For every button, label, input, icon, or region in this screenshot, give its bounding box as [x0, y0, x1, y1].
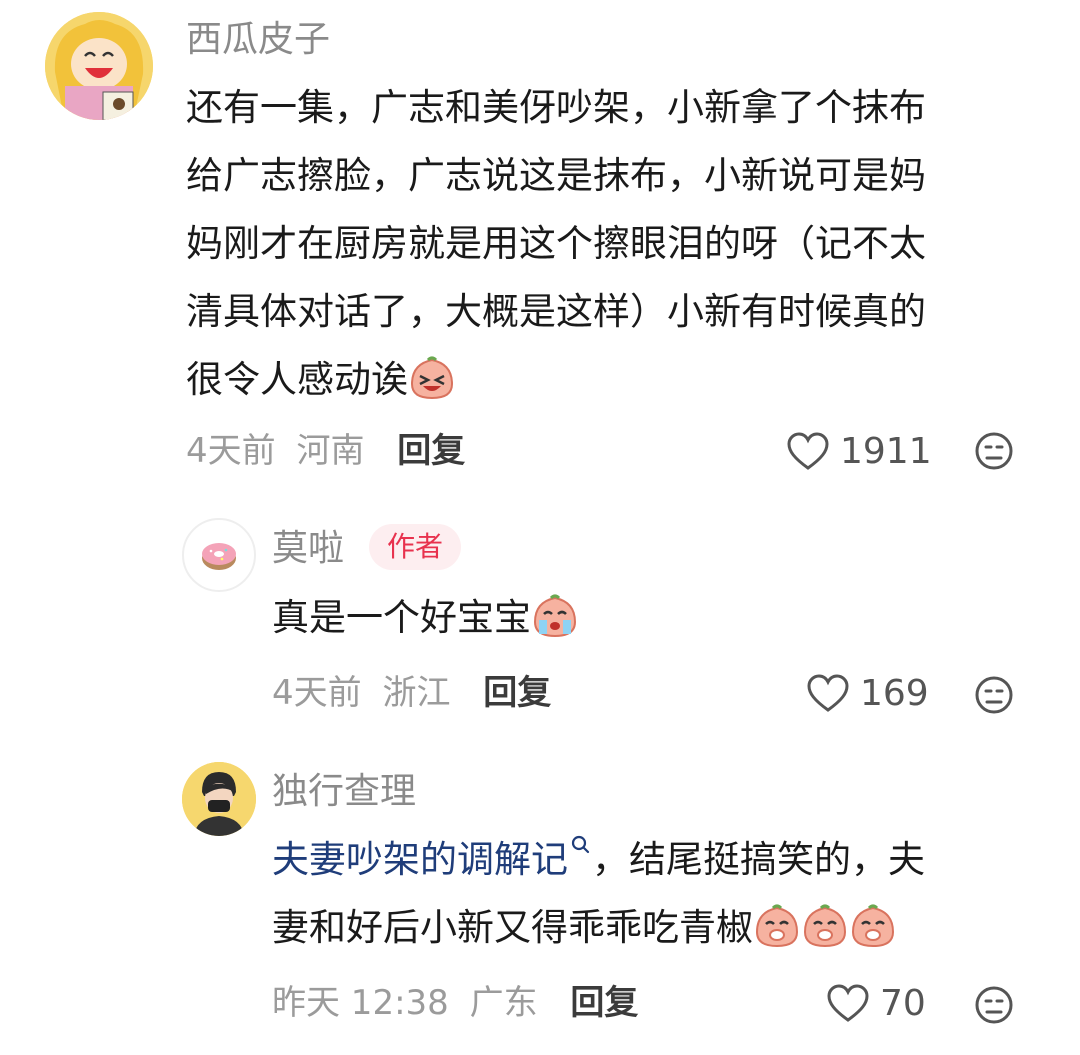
laughing-peach-sticker-icon [408, 354, 456, 422]
avatar[interactable] [182, 518, 256, 592]
person-avatar-illustration [182, 762, 256, 836]
comment-2: 莫啦 作者 真是一个好宝宝 4天前 浙江 回复 169 [0, 500, 1080, 740]
comment-meta: 昨天 12:38 广东 回复 [272, 986, 638, 1020]
like-button[interactable]: 169 [806, 674, 929, 714]
like-count: 1911 [840, 431, 932, 472]
giggling-peach-sticker-icon [849, 902, 897, 970]
author-badge: 作者 [369, 524, 462, 570]
username[interactable]: 西瓜皮子 [186, 22, 330, 58]
comment-text: 还有一集，广志和美伢吵架，小新拿了个抹布 给广志擦脸，广志说这是抹布，小新说可是… [186, 74, 1056, 422]
comment-line-text: 妻和好后小新又得乖乖吃青椒 [272, 906, 753, 949]
comment-line-text: 很令人感动诶 [186, 358, 408, 401]
reply-button[interactable]: 回复 [483, 673, 551, 713]
comment-line: 妻和好后小新又得乖乖吃青椒 [272, 894, 1062, 970]
avatar-illustration [45, 12, 153, 120]
username[interactable]: 独行查理 [272, 774, 416, 810]
dislike-button[interactable] [974, 675, 1014, 719]
comment-1: 西瓜皮子 还有一集，广志和美伢吵架，小新拿了个抹布 给广志擦脸，广志说这是抹布，… [0, 0, 1080, 500]
comment-line: 给广志擦脸，广志说这是抹布，小新说可是妈 [186, 154, 926, 197]
comment-location: 浙江 [382, 673, 451, 713]
comment-text: 夫妻吵架的调解记 ，结尾挺搞笑的，夫 妻和好后小新又得乖乖吃青椒 [272, 826, 1062, 970]
dislike-button[interactable] [974, 985, 1014, 1029]
comment-location: 河南 [296, 431, 365, 471]
like-count: 169 [860, 673, 929, 714]
comment-line-text: ，结尾挺搞笑的，夫 [592, 838, 925, 881]
comment-3: 独行查理 夫妻吵架的调解记 ，结尾挺搞笑的，夫 妻和好后小新又得乖乖吃青椒 昨天… [0, 740, 1080, 1055]
comment-meta: 4天前 河南 回复 [186, 434, 465, 468]
comment-time: 4天前 [186, 431, 276, 471]
like-count: 70 [880, 983, 926, 1024]
comment-line: 妈刚才在厨房就是用这个擦眼泪的呀（记不太 [186, 222, 926, 265]
search-icon[interactable] [570, 834, 592, 860]
dislike-button[interactable] [974, 431, 1014, 475]
comment-location: 广东 [469, 983, 538, 1023]
comment-time: 4天前 [272, 673, 362, 713]
like-button[interactable]: 70 [826, 984, 926, 1024]
comment-line: 还有一集，广志和美伢吵架，小新拿了个抹布 [186, 86, 926, 129]
reply-button[interactable]: 回复 [570, 983, 638, 1023]
comment-meta: 4天前 浙江 回复 [272, 676, 551, 710]
giggling-peach-sticker-icon [753, 902, 801, 970]
donut-avatar-icon [202, 543, 236, 570]
frown-face-icon [975, 986, 1013, 1024]
comment-time: 昨天 12:38 [272, 983, 449, 1023]
heart-icon [787, 432, 829, 470]
heart-icon [807, 674, 849, 712]
comment-line: 清具体对话了，大概是这样）小新有时候真的 [186, 290, 926, 333]
like-button[interactable]: 1911 [786, 432, 932, 472]
topic-search-link[interactable]: 夫妻吵架的调解记 [272, 838, 568, 881]
avatar[interactable] [45, 12, 153, 120]
comment-line: 夫妻吵架的调解记 ，结尾挺搞笑的，夫 [272, 826, 1062, 894]
crying-peach-sticker-icon [531, 592, 579, 660]
frown-face-icon [975, 676, 1013, 714]
comment-text: 真是一个好宝宝 [272, 584, 1052, 660]
heart-icon [827, 984, 869, 1022]
avatar[interactable] [182, 762, 256, 836]
giggling-peach-sticker-icon [801, 902, 849, 970]
reply-button[interactable]: 回复 [397, 431, 465, 471]
username[interactable]: 莫啦 [272, 531, 344, 567]
comment-line: 很令人感动诶 [186, 346, 1056, 422]
frown-face-icon [975, 432, 1013, 470]
comment-line-text: 真是一个好宝宝 [272, 596, 531, 639]
